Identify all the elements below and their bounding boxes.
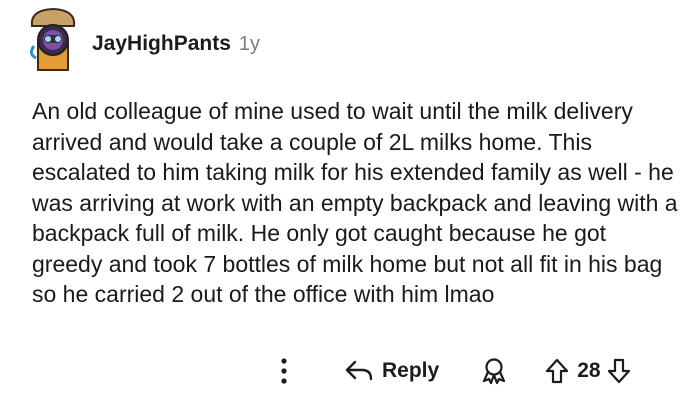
comment-header: JayHighPants 1y xyxy=(24,6,260,76)
vote-score: 28 xyxy=(577,359,601,382)
more-options-icon xyxy=(281,358,287,384)
comment-actions: Reply 28 xyxy=(272,356,631,386)
more-options-button[interactable] xyxy=(272,356,296,386)
reply-label: Reply xyxy=(382,359,440,382)
reply-button[interactable]: Reply xyxy=(344,359,439,383)
downvote-arrow-icon xyxy=(607,358,631,384)
vote-controls: 28 xyxy=(545,358,630,384)
username[interactable]: JayHighPants xyxy=(92,32,231,56)
downvote-button[interactable] xyxy=(607,358,631,384)
reply-arrow-icon xyxy=(344,359,374,383)
avatar[interactable] xyxy=(24,6,82,76)
award-button[interactable] xyxy=(481,357,507,385)
upvote-arrow-icon xyxy=(545,358,569,384)
award-icon xyxy=(481,357,507,385)
timestamp: 1y xyxy=(238,33,261,55)
upvote-button[interactable] xyxy=(545,358,569,384)
comment-body: An old colleague of mine used to wait un… xyxy=(32,98,678,307)
